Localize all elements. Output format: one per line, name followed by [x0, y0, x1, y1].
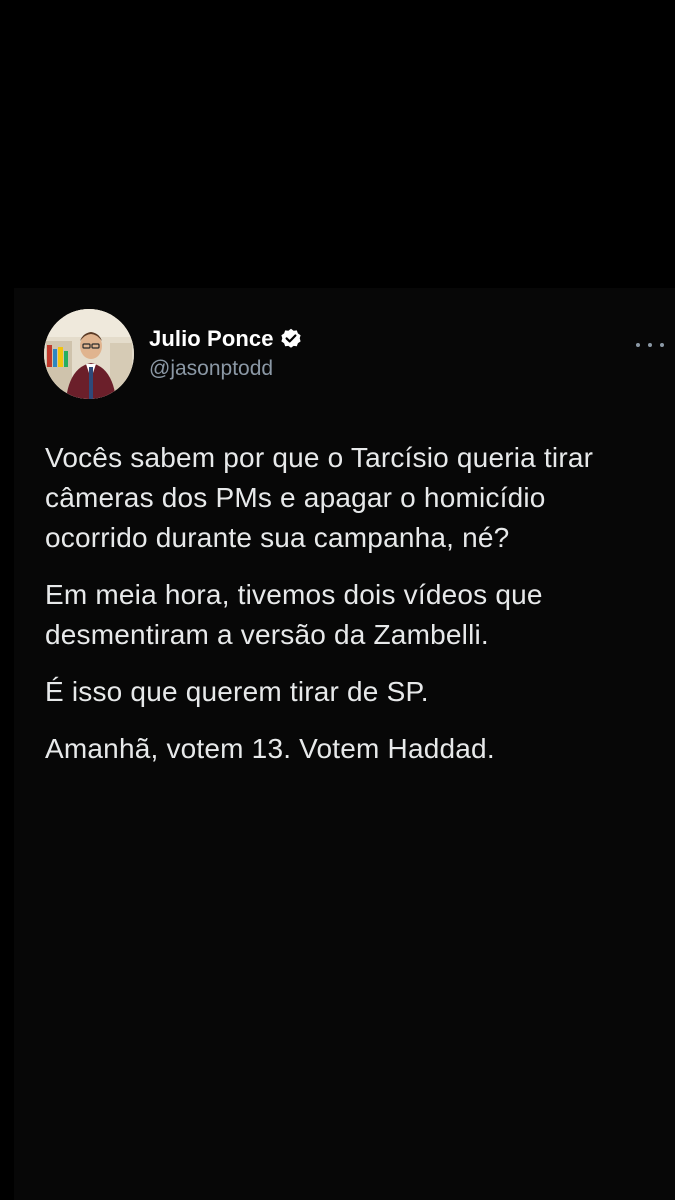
more-dot	[648, 343, 652, 347]
tweet-paragraph: Amanhã, votem 13. Votem Haddad.	[45, 733, 495, 764]
tweet-header: Julio Ponce @jasonptodd	[44, 309, 664, 401]
tweet-card: Julio Ponce @jasonptodd Vocês sabem por …	[14, 288, 675, 1200]
tweet-paragraph: É isso que querem tirar de SP.	[45, 676, 429, 707]
top-black-band	[0, 0, 675, 288]
more-options-icon[interactable]	[636, 337, 664, 353]
tweet-paragraph: Vocês sabem por que o Tarcísio queria ti…	[45, 442, 594, 553]
tweet-paragraph: Em meia hora, tivemos dois vídeos que de…	[45, 579, 543, 650]
avatar[interactable]	[44, 309, 134, 399]
author-info: Julio Ponce @jasonptodd	[149, 323, 302, 381]
more-dot	[636, 343, 640, 347]
author-name[interactable]: Julio Ponce	[149, 326, 274, 352]
tweet-text: Vocês sabem por que o Tarcísio queria ti…	[45, 438, 645, 786]
author-name-row: Julio Ponce	[149, 323, 302, 355]
verified-badge-icon	[280, 328, 302, 350]
more-dot	[660, 343, 664, 347]
author-handle[interactable]: @jasonptodd	[149, 357, 302, 381]
profile-photo	[44, 309, 134, 399]
